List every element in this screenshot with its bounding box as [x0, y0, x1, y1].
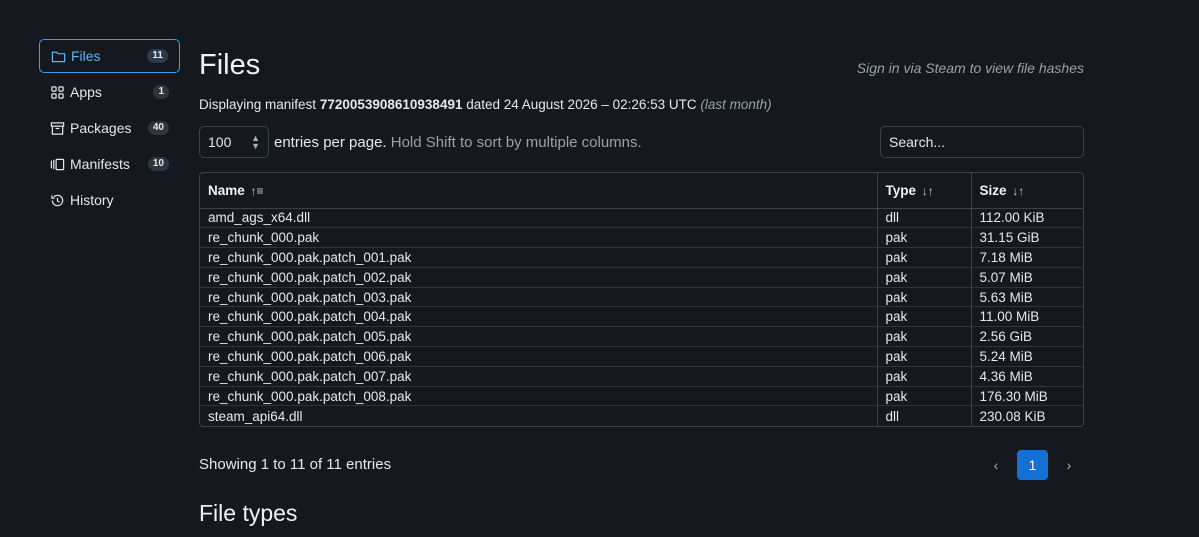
sidebar-item-apps[interactable]: Apps 1 — [39, 75, 180, 109]
sidebar-item-label: Files — [71, 48, 101, 64]
pagination: ‹ 1 › — [981, 449, 1084, 480]
table-row: re_chunk_000.pak.patch_002.pak pak 5.07 Mi… — [200, 266, 1083, 288]
cell-file-name: re_chunk_000.pak.patch_004.pak — [200, 306, 877, 327]
sort-ascending-icon: ↑≡ — [250, 183, 264, 198]
cell-file-size: 5.07 MiB — [970, 266, 1083, 288]
sidebar: Files 11 Apps 1 Packages 40 Manifests 10… — [39, 39, 180, 219]
manifest-relative-date: (last month) — [700, 97, 772, 112]
cell-file-size: 4.36 MiB — [970, 365, 1083, 387]
apps-grid-icon — [50, 85, 65, 100]
sort-unsorted-icon: ↓↑ — [1012, 183, 1025, 198]
column-header-size[interactable]: Size ↓↑ — [970, 173, 1083, 209]
cell-file-type: pak — [876, 385, 971, 406]
table-row: amd_ags_x64.dll dll 112.00 KiB — [200, 208, 1083, 228]
table-controls: 100 ▲ ▼ entries per page. Hold Shift to s… — [199, 126, 1084, 158]
cell-file-name: re_chunk_000.pak.patch_001.pak — [200, 247, 877, 268]
sidebar-item-label: Manifests — [70, 156, 130, 172]
column-label: Name — [208, 182, 245, 198]
cell-file-size: 11.00 MiB — [970, 306, 1083, 327]
cell-file-name: re_chunk_000.pak.patch_007.pak — [200, 365, 877, 387]
cell-file-size: 7.18 MiB — [970, 247, 1083, 268]
cell-file-type: pak — [876, 227, 971, 248]
sidebar-item-packages[interactable]: Packages 40 — [39, 111, 180, 145]
table-body: amd_ags_x64.dll dll 112.00 KiB re_chunk_000… — [200, 208, 1083, 426]
table-header-row: Name ↑≡ Type ↓↑ Size ↓↑ — [200, 173, 1083, 209]
table-row: re_chunk_000.pak.patch_004.pak pak 11.00 M… — [200, 306, 1083, 327]
table-row: re_chunk_000.pak.patch_007.pak pak 4.36 Mi… — [200, 365, 1083, 387]
per-page-value: 100 — [208, 134, 232, 150]
cell-file-name: re_chunk_000.pak.patch_002.pak — [200, 266, 877, 288]
count-badge: 40 — [147, 121, 169, 135]
next-page-button[interactable]: › — [1054, 457, 1084, 473]
manifest-date: dated 24 August 2026 – 02:26:53 UTC — [462, 97, 701, 112]
cell-file-size: 112.00 KiB — [970, 208, 1083, 228]
manifest-info: Displaying manifest 7720053908610938491 … — [199, 97, 1084, 112]
steam-signin-link[interactable]: Sign in via Steam to view file hashes — [857, 60, 1084, 76]
manifest-prefix: Displaying manifest — [199, 97, 320, 112]
table-row: re_chunk_000.pak.patch_001.pak pak 7.18 Mi… — [200, 247, 1083, 268]
cell-file-size: 5.24 MiB — [970, 346, 1083, 367]
sidebar-item-label: Packages — [70, 120, 132, 136]
per-page-select[interactable]: 100 ▲ ▼ — [199, 126, 269, 158]
cell-file-name: amd_ags_x64.dll — [208, 210, 311, 226]
cell-file-type: pak — [876, 346, 971, 367]
cell-file-size: 230.08 KiB — [970, 405, 1083, 426]
cell-file-name: re_chunk_000.pak.patch_006.pak — [200, 346, 877, 367]
cell-file-type: dll — [876, 405, 971, 426]
column-header-name[interactable]: Name ↑≡ — [200, 173, 877, 209]
select-updown-icon: ▲ ▼ — [251, 133, 260, 151]
entries-per-page-label: entries per page. Hold Shift to sort by … — [274, 134, 642, 151]
sidebar-item-label: History — [70, 192, 114, 208]
sidebar-item-history[interactable]: History — [39, 183, 180, 217]
cell-file-size: 5.63 MiB — [970, 286, 1083, 307]
cell-file-name: re_chunk_000.pak — [200, 227, 877, 248]
cell-file-size: 2.56 GiB — [970, 326, 1083, 347]
table-row: re_chunk_000.pak pak 31.15 GiB — [200, 227, 1083, 248]
table-row: steam_api64.dll dll 230.08 KiB — [200, 405, 1083, 426]
table-footer: Showing 1 to 11 of 11 entries ‹ 1 › — [199, 449, 1084, 480]
entries-summary: Showing 1 to 11 of 11 entries — [199, 456, 392, 474]
files-table: Name ↑≡ Type ↓↑ Size ↓↑ amd_ags_x64.dlld… — [199, 172, 1084, 427]
count-badge: 10 — [147, 157, 169, 171]
cell-file-type: pak — [876, 326, 971, 347]
cell-file-type: pak — [876, 266, 971, 288]
table-row: re_chunk_000.pak.patch_006.pak pak 5.24 Mi… — [200, 346, 1083, 367]
cell-file-type: pak — [876, 306, 971, 327]
count-badge: 11 — [147, 49, 168, 63]
column-header-type[interactable]: Type ↓↑ — [876, 173, 971, 209]
count-badge: 1 — [153, 85, 169, 99]
cell-file-name: steam_api64.dll — [200, 405, 877, 426]
manifests-stack-icon — [50, 157, 65, 172]
cell-file-name: re_chunk_000.pak.patch_005.pak — [200, 326, 877, 347]
search-input[interactable] — [880, 126, 1084, 158]
entries-label: entries per page. — [274, 133, 387, 151]
table-row: re_chunk_000.pak.patch_005.pak pak 2.56 Gi… — [200, 326, 1083, 347]
file-types-heading: File types — [199, 499, 298, 526]
prev-page-button[interactable]: ‹ — [981, 457, 1011, 473]
cell-file-name: re_chunk_000.pak.patch_008.pak — [200, 385, 877, 406]
sidebar-item-label: Apps — [70, 84, 102, 100]
cell-file-size: 31.15 GiB — [970, 227, 1083, 248]
cell-file-type: dll — [876, 208, 971, 228]
table-row: re_chunk_000.pak.patch_008.pak pak 176.30 … — [200, 385, 1083, 406]
archive-box-icon — [50, 121, 65, 136]
main-content: Files Sign in via Steam to view file has… — [199, 40, 1084, 527]
sidebar-item-manifests[interactable]: Manifests 10 — [39, 147, 180, 181]
cell-file-name: re_chunk_000.pak.patch_003.pak — [200, 286, 877, 307]
cell-file-type: pak — [876, 365, 971, 387]
sort-hint: Hold Shift to sort by multiple columns. — [386, 133, 642, 151]
page-button-current[interactable]: 1 — [1017, 449, 1048, 480]
table-row: re_chunk_000.pak.patch_003.pak pak 5.63 Mi… — [200, 286, 1083, 307]
history-icon — [50, 193, 65, 208]
manifest-id[interactable]: 7720053908610938491 — [320, 97, 463, 112]
cell-file-type: pak — [876, 286, 971, 307]
column-label: Type — [885, 182, 917, 198]
cell-file-type: pak — [876, 247, 971, 268]
column-label: Size — [979, 182, 1007, 198]
folder-icon — [51, 49, 66, 64]
sort-unsorted-icon: ↓↑ — [921, 183, 934, 198]
sidebar-item-files[interactable]: Files 11 — [39, 39, 180, 73]
cell-file-size: 176.30 MiB — [970, 385, 1083, 406]
